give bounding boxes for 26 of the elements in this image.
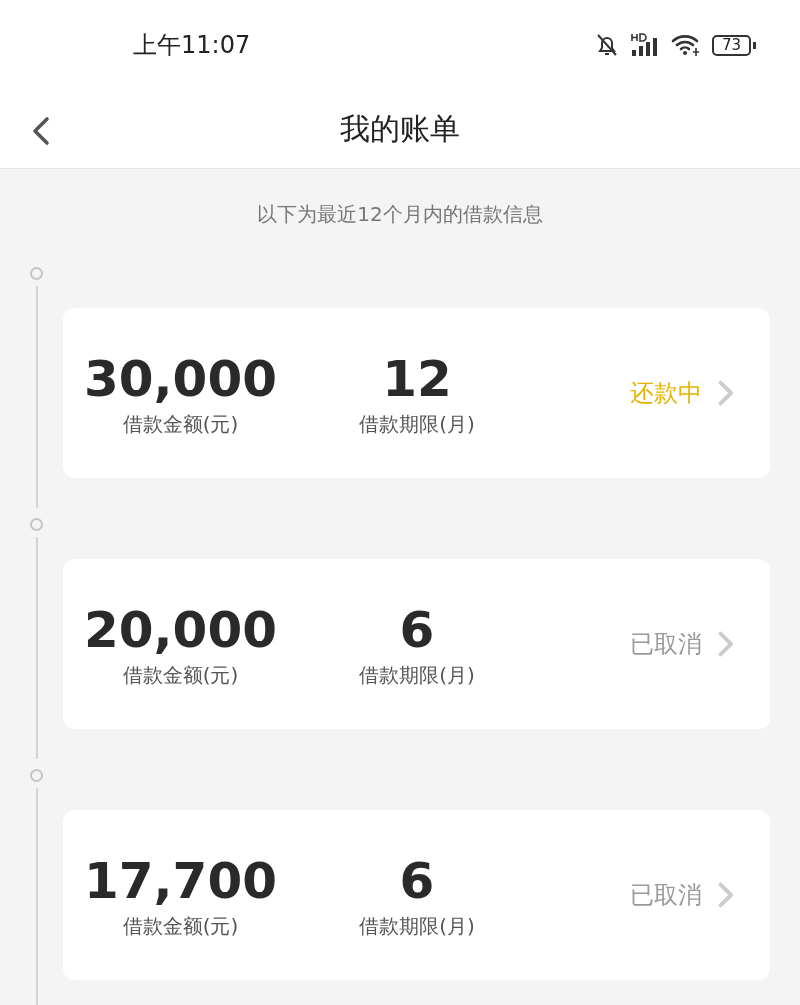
term-label: 借款期限(月) [359, 661, 475, 689]
chevron-icon [718, 380, 734, 406]
page-title: 我的账单 [340, 109, 460, 148]
loan-amount: 17,700 [84, 850, 277, 911]
amount-label: 借款金额(元) [122, 661, 239, 689]
timeline-node [30, 518, 43, 531]
loan-term: 6 [399, 599, 435, 660]
status-time: 上午11:07 [133, 30, 252, 61]
loan-term: 12 [382, 348, 452, 409]
subtitle: 以下为最近12个月内的借款信息 [256, 201, 544, 228]
signal-icon [629, 32, 660, 58]
loan-amount: 30,000 [84, 348, 277, 409]
term-label: 借款期限(月) [359, 410, 475, 438]
amount-label: 借款金额(元) [122, 410, 239, 438]
loan-card[interactable]: 30,000 借款金额(元) 12 借款期限(月) 还款中 [63, 308, 770, 478]
loan-card[interactable]: 17,700 借款金额(元) 6 借款期限(月) 已取消 [63, 810, 770, 980]
loan-term: 6 [399, 850, 435, 911]
chevron-icon [718, 882, 734, 908]
timeline-node [30, 769, 43, 782]
chevron-icon [718, 631, 734, 657]
amount-label: 借款金额(元) [122, 912, 239, 940]
loan-amount: 20,000 [84, 599, 277, 660]
wifi-icon [669, 32, 702, 58]
loan-card[interactable]: 20,000 借款金额(元) 6 借款期限(月) 已取消 [63, 559, 770, 729]
timeline-node [30, 267, 43, 280]
term-label: 借款期限(月) [359, 912, 475, 940]
